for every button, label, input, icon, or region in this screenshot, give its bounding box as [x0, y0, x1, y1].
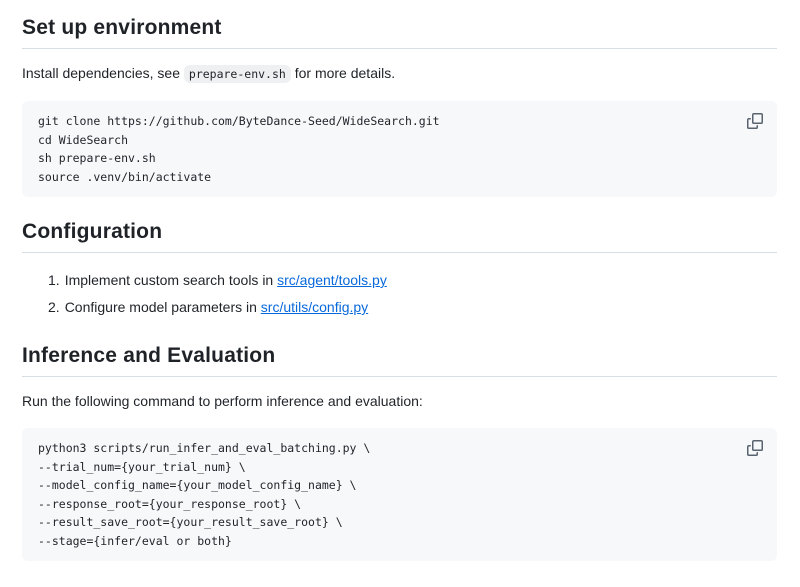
code-block-setup: git clone https://github.com/ByteDance-S…: [22, 101, 777, 197]
copy-button-inference[interactable]: [742, 435, 768, 461]
setup-intro-prefix: Install dependencies, see: [22, 65, 184, 81]
configuration-list: 1. Implement custom search tools in src/a…: [22, 267, 777, 321]
list-item: 1. Implement custom search tools in src/a…: [48, 267, 777, 294]
link-tools-py[interactable]: src/agent/tools.py: [277, 272, 387, 288]
code-block-inference: python3 scripts/run_infer_and_eval_batch…: [22, 428, 777, 561]
heading-configuration: Configuration: [22, 219, 777, 253]
setup-intro-suffix: for more details.: [291, 65, 395, 81]
code-inference: python3 scripts/run_infer_and_eval_batch…: [22, 428, 777, 561]
heading-inference-and-evaluation: Inference and Evaluation: [22, 343, 777, 377]
setup-intro: Install dependencies, see prepare-env.sh…: [22, 63, 777, 85]
list-item: 2. Configure model parameters in src/util…: [48, 294, 777, 321]
inference-intro: Run the following command to perform inf…: [22, 391, 777, 412]
list-item-text: Configure model parameters in: [65, 299, 261, 315]
copy-icon: [747, 113, 763, 129]
list-item-number: 1.: [48, 272, 60, 288]
link-config-py[interactable]: src/utils/config.py: [261, 299, 368, 315]
copy-icon: [747, 440, 763, 456]
code-setup: git clone https://github.com/ByteDance-S…: [22, 101, 777, 197]
copy-button-setup[interactable]: [742, 108, 768, 134]
inline-code-prepare-env: prepare-env.sh: [184, 65, 291, 83]
readme-content: Set up environment Install dependencies,…: [0, 0, 800, 587]
list-item-number: 2.: [48, 299, 60, 315]
heading-set-up-environment: Set up environment: [22, 15, 777, 49]
list-item-text: Implement custom search tools in: [65, 272, 277, 288]
